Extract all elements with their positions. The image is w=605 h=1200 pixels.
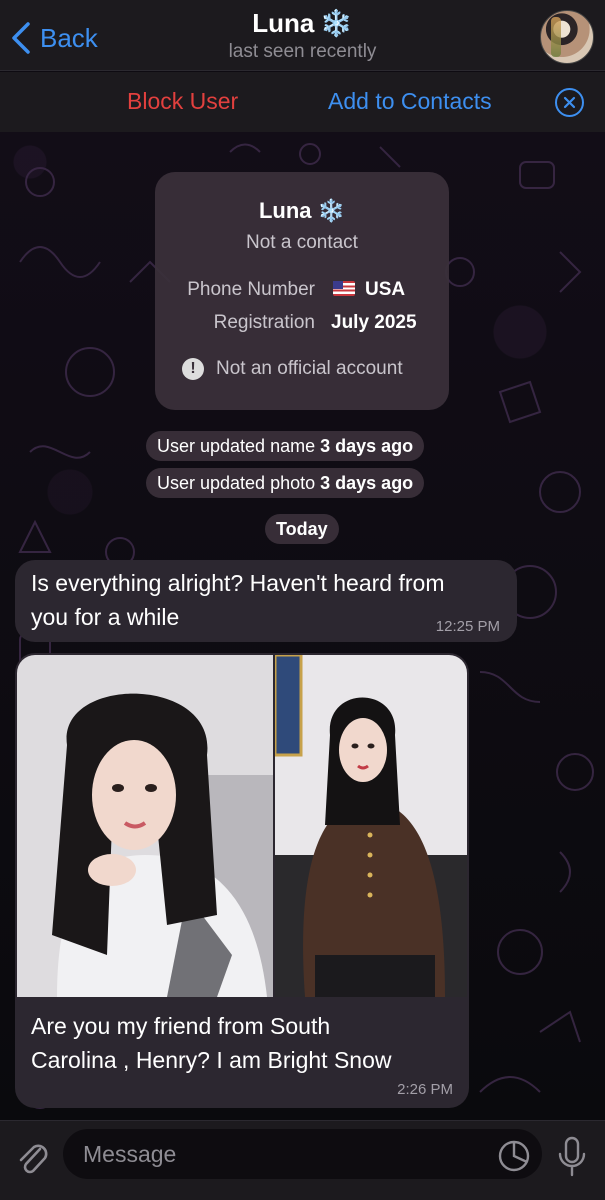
back-label: Back	[40, 22, 98, 53]
message-text-line: Are you my friend from South	[31, 1013, 331, 1039]
sticker-icon[interactable]	[497, 1139, 531, 1173]
chat-area[interactable]: Luna ❄️ Not a contact Phone Number USA R…	[0, 132, 605, 1120]
contact-name-title: Luna ❄️	[252, 8, 352, 39]
phone-number-value-row: USA	[333, 279, 405, 301]
date-separator: Today	[265, 514, 339, 544]
info-card-name: Luna	[258, 198, 312, 223]
incoming-photo-message-bubble[interactable]: Are you my friend from South Carolina , …	[15, 653, 469, 1108]
phone-number-value: USA	[365, 279, 406, 300]
close-icon[interactable]	[555, 88, 584, 117]
contact-info-card: Luna ❄️ Not a contact Phone Number USA R…	[155, 172, 449, 410]
snowflake-icon: ❄️	[320, 8, 353, 38]
chat-header: Back Luna ❄️ last seen recently	[0, 0, 605, 71]
snowflake-icon: ❄️	[317, 198, 346, 223]
message-text-line: Is everything alright? Haven't heard fro…	[31, 570, 445, 596]
contact-action-bar: Block User Add to Contacts	[0, 72, 605, 132]
back-button[interactable]: Back	[10, 20, 98, 56]
message-time: 12:25 PM	[435, 618, 500, 635]
service-message-text: User updated photo	[157, 473, 316, 493]
warning-text: Not an official account	[216, 358, 403, 379]
service-message: User updated photo 3 days ago	[146, 468, 425, 498]
message-input-bar	[0, 1120, 605, 1200]
paperclip-icon[interactable]	[14, 1137, 50, 1177]
info-card-subtitle: Not a contact	[246, 232, 358, 253]
phone-number-label: Phone Number	[187, 279, 315, 300]
service-message: User updated name 3 days ago	[146, 431, 425, 461]
contact-avatar[interactable]	[540, 10, 594, 64]
service-message-text: User updated name	[157, 436, 316, 456]
incoming-message-bubble[interactable]: Is everything alright? Haven't heard fro…	[15, 560, 517, 642]
exclamation-circle-icon: !	[182, 358, 204, 380]
contact-name: Luna	[252, 8, 315, 38]
microphone-icon[interactable]	[557, 1136, 587, 1178]
message-input[interactable]	[63, 1129, 542, 1179]
registration-value: July 2025	[331, 312, 417, 333]
message-time: 2:26 PM	[397, 1081, 453, 1098]
message-text-line: Carolina , Henry? I am Bright Snow	[31, 1047, 392, 1073]
photo-left[interactable]	[17, 655, 273, 997]
chevron-left-icon	[12, 22, 30, 54]
service-message-time: 3 days ago	[320, 473, 414, 493]
message-text-line: you for a while	[31, 604, 180, 630]
info-card-name-row: Luna ❄️	[155, 198, 449, 224]
service-message-time: 3 days ago	[320, 436, 414, 456]
block-user-button[interactable]: Block User	[127, 88, 238, 115]
photo-right[interactable]	[275, 655, 467, 997]
registration-label: Registration	[213, 312, 315, 333]
not-official-warning: ! Not an official account	[182, 358, 403, 380]
add-to-contacts-button[interactable]: Add to Contacts	[328, 88, 492, 115]
us-flag-icon	[333, 281, 355, 296]
